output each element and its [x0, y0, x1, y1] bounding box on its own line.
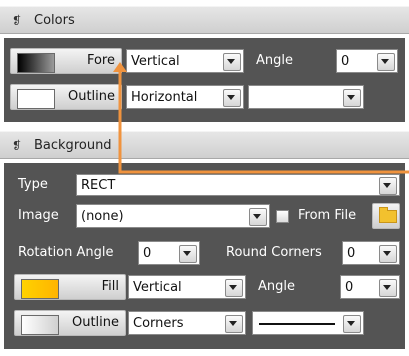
from-file-checkbox[interactable] — [276, 210, 289, 223]
rotation-angle-value: 0 — [143, 246, 152, 261]
chevron-down-icon[interactable] — [379, 245, 397, 263]
outline-swatch — [17, 89, 55, 109]
fill-direction-select[interactable]: Vertical — [128, 275, 246, 299]
chevron-down-icon[interactable] — [379, 177, 397, 195]
chevron-collapse-icon: ❡ — [12, 138, 22, 152]
type-value: RECT — [81, 178, 116, 193]
outline-extra-select[interactable] — [248, 85, 364, 109]
fill-angle-select[interactable]: 0 — [340, 275, 400, 299]
round-corners-select[interactable]: 0 — [342, 241, 400, 265]
fill-color-button[interactable]: Fill — [14, 274, 126, 300]
from-file-label: From File — [298, 208, 357, 223]
fore-swatch — [17, 53, 55, 73]
image-select[interactable]: (none) — [76, 204, 270, 228]
chevron-collapse-icon: ❡ — [12, 13, 22, 27]
chevron-down-icon[interactable] — [343, 315, 361, 333]
rotation-angle-label: Rotation Angle — [18, 245, 114, 260]
type-select[interactable]: RECT — [76, 174, 400, 196]
folder-icon — [379, 207, 397, 223]
line-style-select[interactable] — [252, 311, 364, 335]
fore-direction-value: Vertical — [131, 54, 180, 69]
chevron-down-icon[interactable] — [225, 315, 243, 333]
chevron-down-icon[interactable] — [379, 279, 397, 297]
fill-button-label: Fill — [101, 279, 119, 294]
rotation-angle-select[interactable]: 0 — [138, 241, 200, 265]
chevron-down-icon[interactable] — [343, 89, 361, 107]
colors-angle-value: 0 — [341, 54, 350, 69]
colors-outline-label: Outline — [67, 89, 115, 104]
background-outline-label: Outline — [71, 315, 119, 330]
chevron-down-icon[interactable] — [223, 53, 241, 71]
image-value: (none) — [81, 209, 124, 224]
colors-outline-button[interactable]: Outline — [10, 84, 122, 110]
chevron-down-icon[interactable] — [249, 208, 267, 226]
image-label: Image — [18, 208, 59, 223]
fill-direction-value: Vertical — [133, 280, 182, 295]
background-section-header[interactable]: ❡ Background — [0, 131, 409, 159]
fill-angle-label: Angle — [258, 279, 295, 294]
colors-angle-label: Angle — [256, 53, 293, 68]
outline-mode-select[interactable]: Corners — [128, 311, 246, 335]
colors-section-title: Colors — [34, 12, 75, 28]
line-style-sample — [259, 323, 335, 325]
fill-swatch — [21, 279, 59, 299]
background-outline-swatch — [21, 315, 59, 335]
chevron-down-icon[interactable] — [179, 245, 197, 263]
fore-color-button[interactable]: Fore — [10, 48, 122, 74]
colors-section-header[interactable]: ❡ Colors — [0, 6, 409, 34]
type-label: Type — [18, 177, 48, 192]
fore-button-label: Fore — [86, 53, 115, 68]
chevron-down-icon[interactable] — [225, 279, 243, 297]
chevron-down-icon[interactable] — [377, 53, 395, 71]
outline-direction-select[interactable]: Horizontal — [126, 85, 244, 109]
round-corners-label: Round Corners — [226, 245, 322, 260]
fill-angle-value: 0 — [345, 280, 354, 295]
colors-angle-select[interactable]: 0 — [336, 49, 398, 73]
background-section-title: Background — [34, 137, 112, 153]
chevron-down-icon[interactable] — [223, 89, 241, 107]
background-outline-button[interactable]: Outline — [14, 310, 126, 336]
round-corners-value: 0 — [347, 246, 356, 261]
outline-mode-value: Corners — [133, 316, 184, 331]
outline-direction-value: Horizontal — [131, 90, 198, 105]
browse-folder-button[interactable] — [372, 203, 400, 229]
fore-direction-select[interactable]: Vertical — [126, 49, 244, 73]
